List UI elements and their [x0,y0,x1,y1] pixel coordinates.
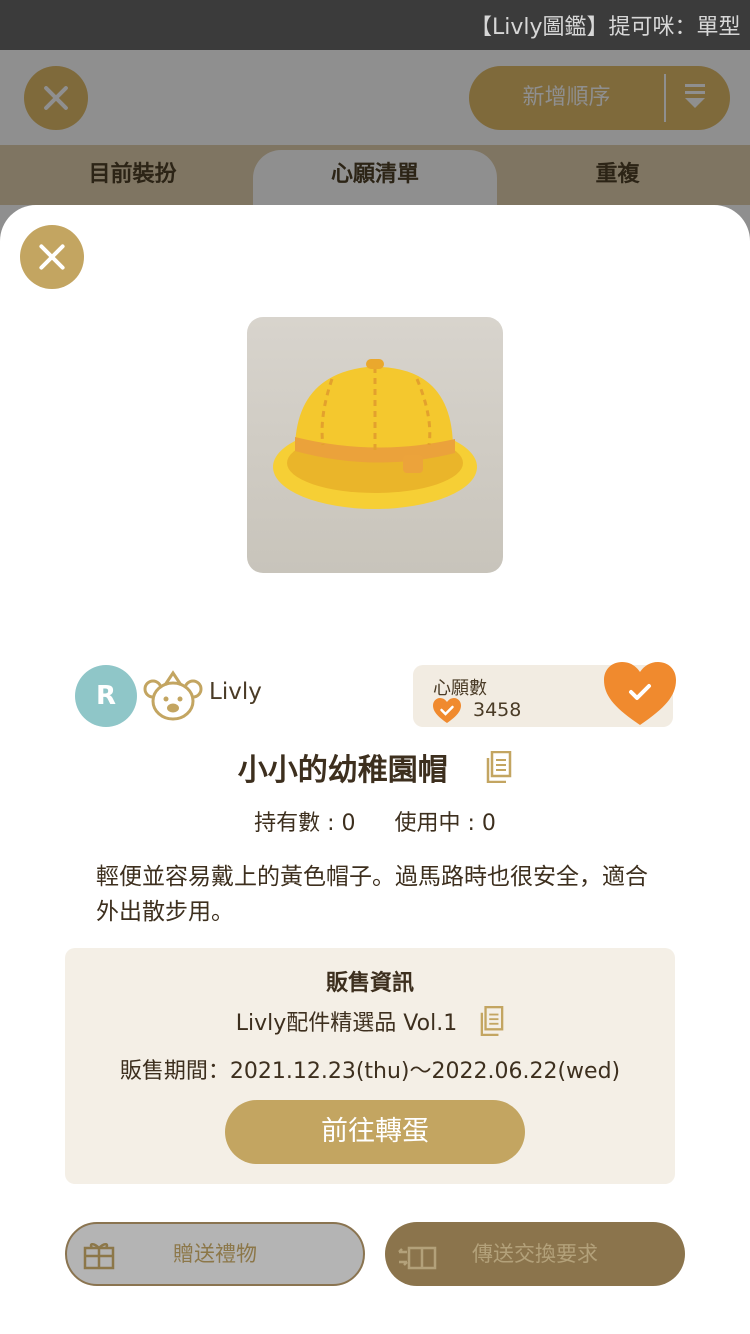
in-use-count: 使用中 : 0 [394,811,496,836]
sale-info-box: 販售資訊 Livly配件精選品 Vol.1 販售期間：2021.12.23(th… [65,948,675,1184]
trade-request-button[interactable]: 傳送交換要求 [385,1222,685,1286]
tab-wishlist: 心願清單 [253,150,497,205]
background-close-icon [24,66,88,130]
sale-info-title: 販售資訊 [325,971,414,996]
item-name: 小小的幼稚園帽 [237,753,448,788]
item-description: 輕便並容易戴上的黃色帽子。過馬路時也很安全，適合外出散步用。 [96,864,648,925]
heart-check-icon [433,698,461,724]
livly-bear-icon [143,669,203,725]
sale-pack: Livly配件精選品 Vol.1 [65,1005,675,1037]
go-to-gacha-button[interactable]: 前往轉蛋 [225,1100,525,1164]
banner-text: 【Livly圖鑑】提可咪：單型 [470,15,741,40]
top-banner: 【Livly圖鑑】提可咪：單型 [0,0,750,50]
trade-request-label: 傳送交換要求 [472,1242,598,1266]
sort-order-icon [684,84,706,114]
send-gift-button[interactable]: 贈送禮物 [65,1222,365,1286]
tab-duplicates: 重複 [595,162,640,187]
close-icon[interactable] [20,225,84,289]
heart-icon [604,662,676,725]
owned-count: 持有數 : 0 [254,811,356,836]
item-title: 小小的幼稚園帽 [0,745,750,789]
item-image [247,317,503,573]
wishlist-label: 心願數 [433,678,487,699]
wishlist-heart-button[interactable] [603,661,677,727]
item-detail-modal: R Livly 心願數 3458 小小的幼稚園帽 持有數: 0 使用中: 0… [0,205,750,1334]
sort-divider [664,74,666,122]
tab-current-outfit: 目前裝扮 [88,162,177,187]
sort-label: 新增順序 [522,85,611,110]
sale-period: 販售期間：2021.12.23(thu)～2022.06.22(wed) [119,1059,621,1084]
item-stats: 持有數 : 0 使用中 : 0 [0,805,750,837]
copy-icon[interactable] [486,750,512,784]
tab-bar: 目前裝扮 心願清單 重複 [0,145,750,205]
wishlist-count: 3458 [473,699,522,721]
sort-button: 新增順序 [469,66,730,130]
rarity-badge: R [75,665,137,727]
hat-image [273,359,477,509]
send-gift-label: 贈送禮物 [173,1242,257,1266]
copy-icon[interactable] [480,1006,504,1036]
sale-pack-name: Livly配件精選品 Vol.1 [235,1011,458,1036]
brand-name: Livly [209,679,262,705]
